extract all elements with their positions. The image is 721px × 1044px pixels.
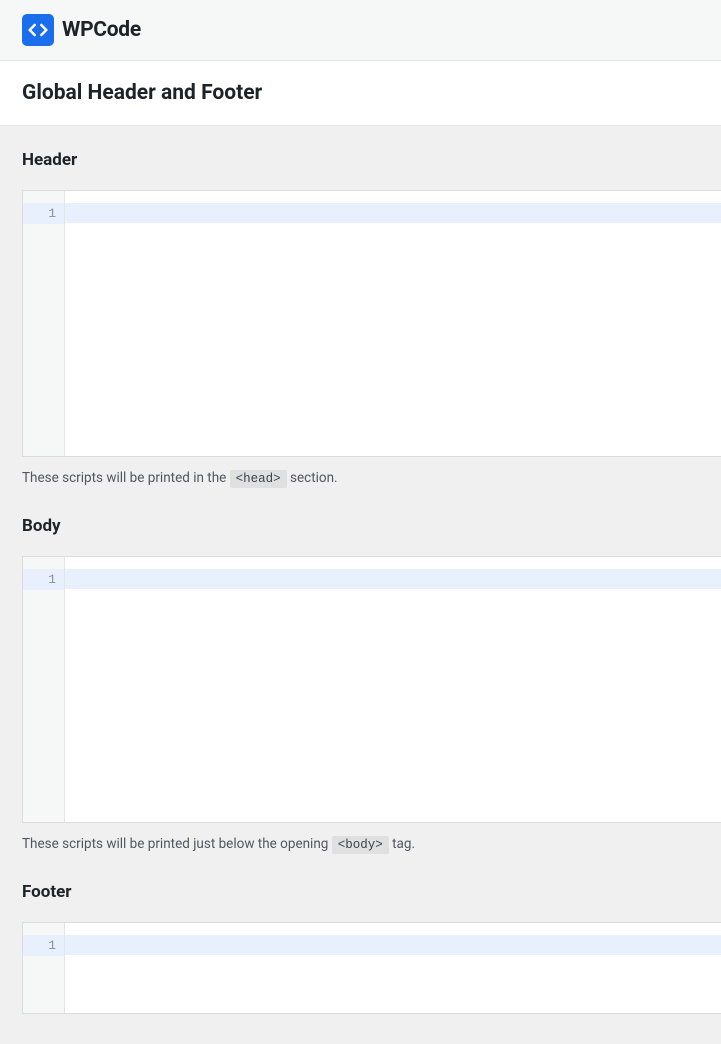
page-title: Global Header and Footer (22, 81, 699, 105)
editor-content[interactable] (65, 191, 721, 456)
editor-content[interactable] (65, 557, 721, 822)
hint-prefix: These scripts will be printed just below… (22, 836, 332, 852)
hint-suffix: section. (287, 470, 338, 486)
editor-content[interactable] (65, 923, 721, 1013)
hint-code-chip: <body> (332, 836, 389, 854)
header-hint: These scripts will be printed in the <he… (22, 470, 721, 486)
header-code-editor[interactable]: 1 (22, 190, 721, 457)
header-section-heading: Header (22, 150, 721, 170)
editor-gutter: 1 (23, 557, 65, 822)
line-number: 1 (23, 569, 64, 590)
header-section: Header 1 These scripts will be printed i… (22, 150, 721, 486)
footer-code-editor[interactable]: 1 (22, 922, 721, 1014)
editor-gutter: 1 (23, 923, 65, 1013)
page-title-bar: Global Header and Footer (0, 61, 721, 126)
hint-prefix: These scripts will be printed in the (22, 470, 230, 486)
body-code-editor[interactable]: 1 (22, 556, 721, 823)
footer-section-heading: Footer (22, 882, 721, 902)
active-line (65, 203, 721, 223)
wpcode-logo-icon (22, 14, 54, 46)
body-hint: These scripts will be printed just below… (22, 836, 721, 852)
line-number: 1 (23, 203, 64, 224)
line-number: 1 (23, 935, 64, 956)
active-line (65, 569, 721, 589)
brand-logo[interactable]: WPCode (22, 14, 141, 46)
hint-suffix: tag. (389, 836, 415, 852)
footer-section: Footer 1 (22, 882, 721, 1014)
body-section: Body 1 These scripts will be printed jus… (22, 516, 721, 852)
editor-gutter: 1 (23, 191, 65, 456)
content-area: Header 1 These scripts will be printed i… (0, 126, 721, 1014)
body-section-heading: Body (22, 516, 721, 536)
active-line (65, 935, 721, 955)
brand-name: WPCode (62, 18, 141, 42)
hint-code-chip: <head> (230, 470, 287, 488)
top-bar: WPCode (0, 0, 721, 61)
